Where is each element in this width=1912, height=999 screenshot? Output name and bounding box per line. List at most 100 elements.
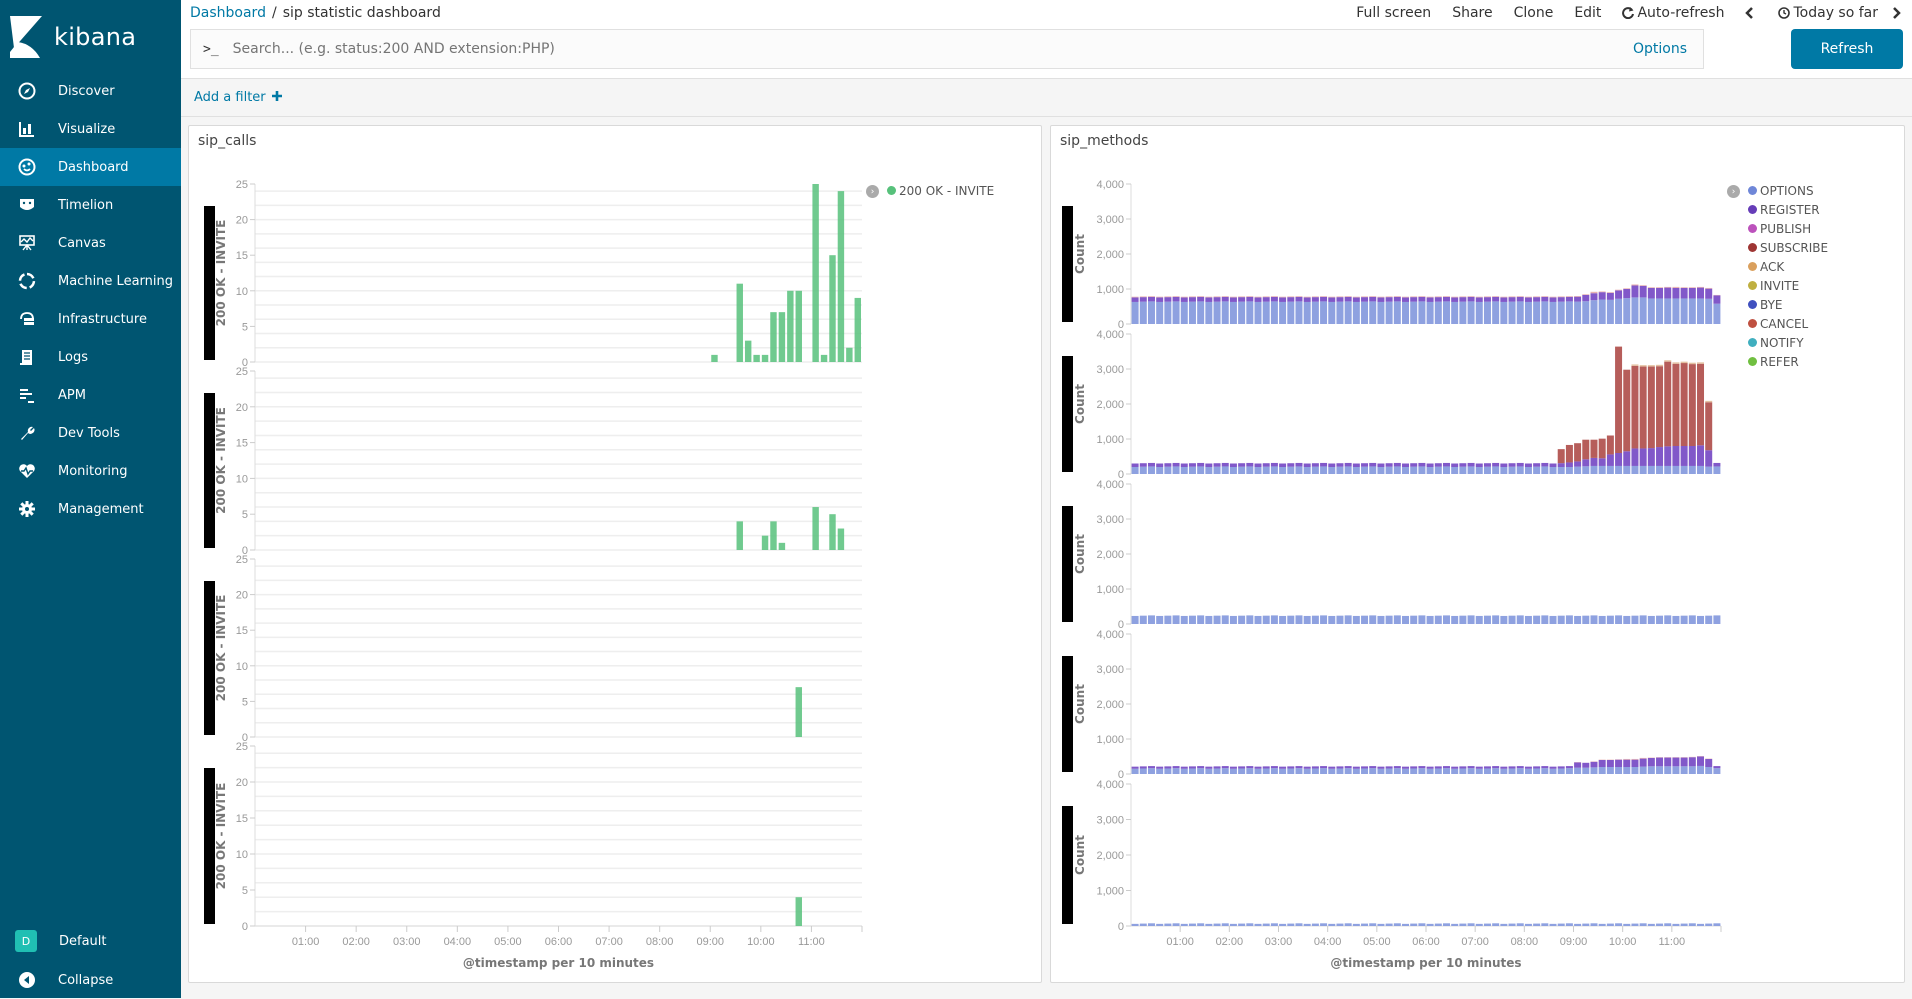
bar-segment-publish bbox=[1607, 292, 1614, 293]
bar-segment-publish bbox=[1246, 296, 1253, 297]
y-tick-label: 4,000 bbox=[1096, 179, 1124, 191]
bar-segment-register bbox=[1517, 297, 1524, 302]
bar-segment-options bbox=[1279, 467, 1286, 474]
bar-segment-register bbox=[1279, 297, 1286, 302]
time-next-button[interactable] bbox=[1892, 5, 1904, 21]
sidebar-item-discover[interactable]: Discover bbox=[0, 72, 181, 110]
bar-segment-register bbox=[1525, 464, 1532, 468]
sidebar-item-monitoring[interactable]: Monitoring bbox=[0, 452, 181, 490]
bar-segment-register bbox=[1132, 297, 1139, 302]
legend-item[interactable]: OPTIONS bbox=[1748, 181, 1828, 200]
bar-segment-register bbox=[1640, 759, 1647, 767]
y-tick-label: 2,000 bbox=[1096, 850, 1124, 862]
auto-refresh-button[interactable]: Auto-refresh bbox=[1622, 5, 1724, 21]
bar-segment-options bbox=[1566, 923, 1573, 926]
space-selector[interactable]: D Default bbox=[0, 922, 181, 960]
bar-segment-publish bbox=[1623, 288, 1630, 289]
legend-item[interactable]: INVITE bbox=[1748, 276, 1828, 295]
bar-segment-register bbox=[1402, 767, 1409, 769]
sidebar-item-dev-tools[interactable]: Dev Tools bbox=[0, 414, 181, 452]
legend-toggle-icon[interactable]: › bbox=[866, 185, 879, 198]
bar-segment-register bbox=[1320, 766, 1327, 768]
bar-segment-register bbox=[1189, 463, 1196, 467]
bar-segment-options bbox=[1574, 768, 1581, 774]
sidebar-item-timelion[interactable]: Timelion bbox=[0, 186, 181, 224]
bar-segment-register bbox=[1459, 297, 1466, 302]
sidebar-item-infrastructure[interactable]: Infrastructure bbox=[0, 300, 181, 338]
sidebar-item-machine-learning[interactable]: Machine Learning bbox=[0, 262, 181, 300]
sidebar-item-visualize[interactable]: Visualize bbox=[0, 110, 181, 148]
bar-segment-options bbox=[1369, 768, 1376, 774]
time-previous-button[interactable] bbox=[1745, 5, 1757, 21]
sip-calls-legend: 200 OK - INVITE bbox=[887, 181, 994, 200]
clone-button[interactable]: Clone bbox=[1514, 5, 1554, 21]
bar-segment-options bbox=[1377, 302, 1384, 324]
legend-item[interactable]: 200 OK - INVITE bbox=[887, 181, 994, 200]
share-button[interactable]: Share bbox=[1452, 5, 1492, 21]
breadcrumb-dashboard-link[interactable]: Dashboard bbox=[190, 5, 266, 21]
bar-segment-options bbox=[1369, 466, 1376, 474]
bar-segment-cancel bbox=[1558, 449, 1565, 463]
legend-item[interactable]: PUBLISH bbox=[1748, 219, 1828, 238]
x-tick-label: 07:00 bbox=[1461, 936, 1489, 948]
sidebar-item-management[interactable]: Management bbox=[0, 490, 181, 528]
legend-item[interactable]: NOTIFY bbox=[1748, 333, 1828, 352]
options-link[interactable]: Options bbox=[1633, 41, 1687, 57]
legend-item[interactable]: ACK bbox=[1748, 257, 1828, 276]
bar-segment-publish bbox=[1582, 294, 1589, 295]
top-nav-menu: Full screen Share Clone Edit Auto-refres… bbox=[1335, 5, 1904, 21]
bar-segment-publish bbox=[1517, 296, 1524, 297]
bar-segment-options bbox=[1451, 616, 1458, 624]
legend-toggle-icon[interactable]: › bbox=[1727, 185, 1740, 198]
bar-segment-register bbox=[1427, 767, 1434, 769]
bar-segment-cancel bbox=[1574, 443, 1581, 461]
bar-segment-register bbox=[1599, 458, 1606, 466]
full-screen-button[interactable]: Full screen bbox=[1356, 5, 1431, 21]
add-filter-button[interactable]: Add a filter bbox=[194, 90, 282, 105]
bar bbox=[821, 355, 827, 362]
infrastructure-icon bbox=[17, 309, 37, 329]
bar-segment-options bbox=[1590, 923, 1597, 926]
bar-segment-cancel bbox=[1697, 364, 1704, 446]
bar-segment-register bbox=[1246, 766, 1253, 768]
kibana-logo[interactable]: kibana bbox=[10, 14, 180, 60]
time-picker-button[interactable]: Today so far bbox=[1778, 5, 1878, 21]
legend-item[interactable]: REGISTER bbox=[1748, 200, 1828, 219]
bar-segment-options bbox=[1623, 924, 1630, 926]
bar-segment-options bbox=[1386, 302, 1393, 324]
refresh-button[interactable]: Refresh bbox=[1791, 29, 1903, 69]
y-tick-label: 20 bbox=[236, 777, 248, 789]
legend-item[interactable]: SUBSCRIBE bbox=[1748, 238, 1828, 257]
bar-segment-register bbox=[1582, 763, 1589, 768]
sidebar-item-canvas[interactable]: Canvas bbox=[0, 224, 181, 262]
bar-segment-register bbox=[1173, 766, 1180, 768]
bar-segment-register bbox=[1672, 288, 1679, 299]
bar-segment-options bbox=[1295, 923, 1302, 926]
bar-segment-options bbox=[1525, 302, 1532, 324]
sidebar-item-apm[interactable]: APM bbox=[0, 376, 181, 414]
bar-segment-cancel bbox=[1656, 366, 1663, 447]
bar-segment-options bbox=[1304, 769, 1311, 774]
bar-segment-options bbox=[1148, 923, 1155, 926]
legend-item[interactable]: BYE bbox=[1748, 295, 1828, 314]
bar-segment-options bbox=[1672, 766, 1679, 774]
edit-button[interactable]: Edit bbox=[1574, 5, 1601, 21]
bar-segment-options bbox=[1328, 769, 1335, 774]
sidebar-item-logs[interactable]: Logs bbox=[0, 338, 181, 376]
sidebar-item-dashboard[interactable]: Dashboard bbox=[0, 148, 181, 186]
collapse-button[interactable]: Collapse bbox=[0, 961, 181, 999]
legend-item[interactable]: REFER bbox=[1748, 352, 1828, 371]
x-tick-label: 04:00 bbox=[444, 936, 472, 948]
bar-segment-options bbox=[1590, 300, 1597, 324]
y-tick-label: 25 bbox=[236, 179, 248, 191]
bar-segment-options bbox=[1328, 302, 1335, 324]
bar-segment-options bbox=[1173, 923, 1180, 926]
search-input[interactable] bbox=[233, 41, 1433, 57]
bar-segment-options bbox=[1132, 616, 1139, 624]
legend-item[interactable]: CANCEL bbox=[1748, 314, 1828, 333]
bar-segment-register bbox=[1566, 462, 1573, 467]
bar-segment-register bbox=[1697, 288, 1704, 299]
apm-icon bbox=[17, 385, 37, 405]
bar-segment-publish bbox=[1631, 284, 1638, 285]
bar-segment-register bbox=[1500, 464, 1507, 468]
